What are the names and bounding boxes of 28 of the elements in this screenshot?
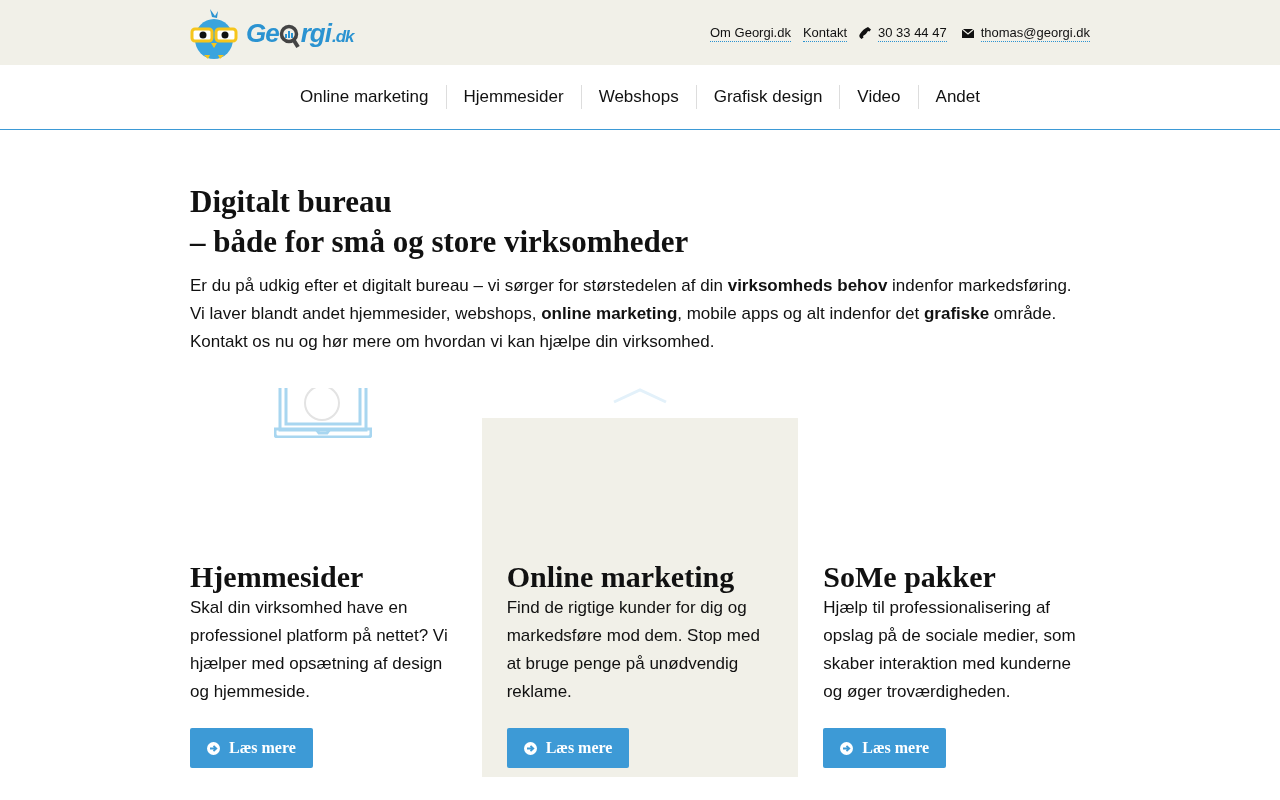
phone-link[interactable]: 30 33 44 47 xyxy=(878,24,947,42)
nav-link[interactable]: Video xyxy=(839,85,918,109)
intro-paragraph: Er du på udkig efter et digitalt bureau – vi sørger for størstedelen af din virksomheds behov indenfor markedsføring. Vi laver blandt andet hjemmesider, webshops, online marketing, mobile apps og alt indenfor det grafiske område. Kontakt os nu og hør mere om hvordan vi kan hjælpe din virksomhed. xyxy=(190,275,1073,353)
card-text: Find de rigtige kunder for dig og markedsføre mod dem. Stop med at bruge penge på unødvendig reklame. xyxy=(506,597,761,703)
nav-link[interactable]: Webshops xyxy=(580,85,696,109)
nav-link[interactable]: Hjemmesider xyxy=(445,85,581,109)
phone-icon xyxy=(859,27,871,39)
card-title: Hjemmesider xyxy=(190,560,365,594)
nav-link[interactable]: Online marketing xyxy=(283,85,446,109)
card-text: Hjælp til professionalisering af opslag på de sociale medier, som skaber interaktion med kunderne og øger troværdigheden. xyxy=(823,597,1077,703)
laptop-icon xyxy=(274,388,373,438)
magnifier-icon xyxy=(278,22,301,49)
nav-link[interactable]: Grafisk design xyxy=(695,85,840,109)
nav-link[interactable]: Andet xyxy=(917,85,997,109)
card-text: Skal din virksomhed have en professionel platform på nettet? Vi hjælper med opsætning af design og hjemmeside. xyxy=(190,597,449,703)
arrow-circle-icon xyxy=(207,741,220,755)
arrow-circle-icon xyxy=(840,741,854,755)
chevron-icon xyxy=(613,388,667,404)
card-title: Online marketing xyxy=(506,560,736,594)
bird-icon xyxy=(190,8,238,59)
arrow-circle-icon xyxy=(523,741,537,755)
page-heading: – både for små og store virksomheder xyxy=(190,223,690,261)
envelope-icon xyxy=(961,28,974,38)
email-link[interactable]: thomas@georgi.dk xyxy=(980,24,1090,42)
header-link[interactable]: Om Georgi.dk xyxy=(710,24,791,42)
page-heading: Digitalt bureau xyxy=(190,183,393,221)
card-title: SoMe pakker xyxy=(823,560,997,594)
header-link[interactable]: Kontakt xyxy=(802,24,847,42)
